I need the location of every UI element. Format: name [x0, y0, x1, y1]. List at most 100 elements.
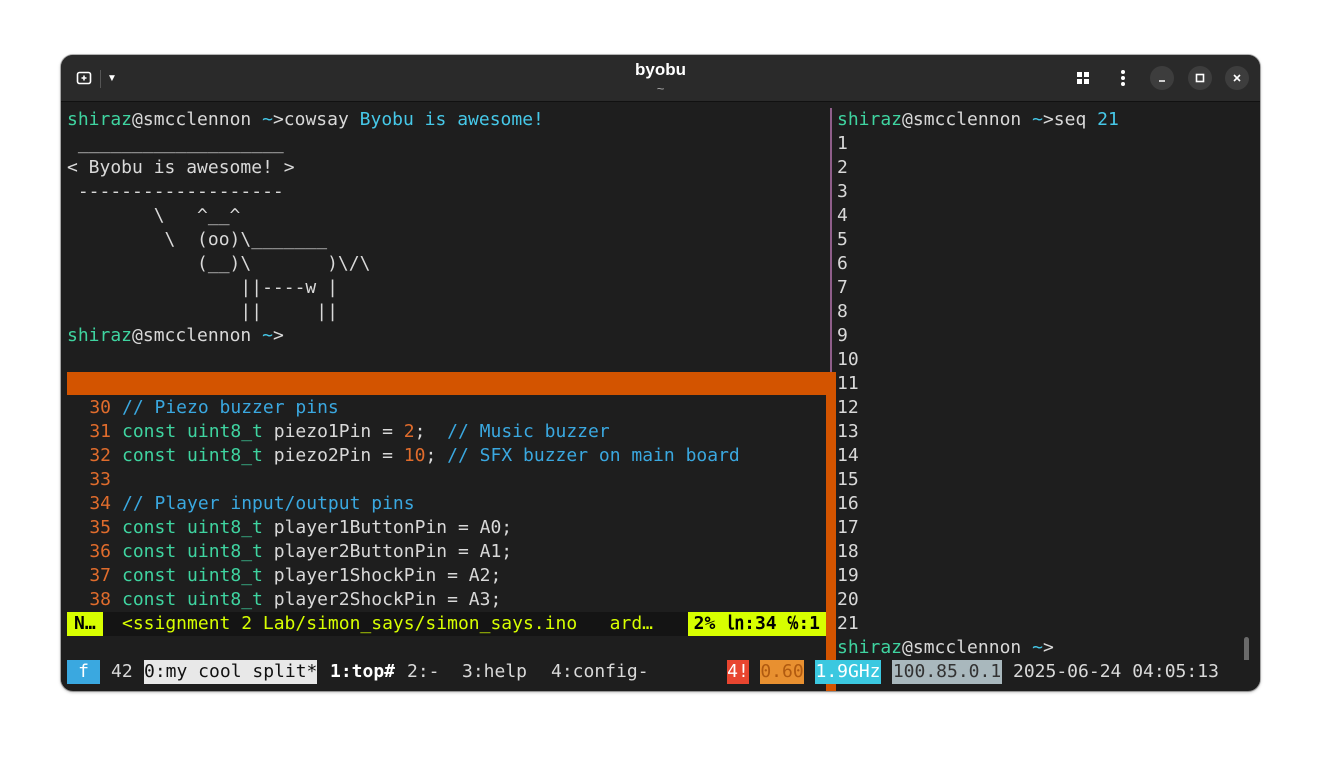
shell-prompt-line[interactable]: shiraz@smcclennon ~> [837, 636, 1054, 660]
code-token: piezo2Pin = [262, 445, 404, 466]
vim-code-line: 37 const uint8_t player1ShockPin = A2; [67, 564, 501, 588]
prompt-arrow: > [1042, 637, 1054, 658]
vim-code-line: 33 [67, 468, 122, 492]
code-token: // SFX buzzer on main board [447, 445, 740, 466]
prompt-user: shiraz [67, 109, 133, 130]
prompt-user: shiraz [837, 109, 903, 130]
vim-cursor-position: 2% ㏑:34 ℅:1 [687, 612, 826, 636]
vim-code-line: 30 // Piezo buzzer pins [67, 396, 339, 420]
seq-output-line: 21 [837, 613, 859, 634]
code-token: const uint8_t [122, 589, 263, 610]
window-tab-2[interactable]: 2:- [407, 660, 440, 684]
code-token: const uint8_t [122, 565, 263, 586]
alert-badge: 4! [727, 660, 749, 684]
window-tab-3[interactable]: 3:help [462, 660, 527, 684]
seq-output-line: 8 [837, 301, 848, 322]
seq-output-line: 6 [837, 253, 848, 274]
seq-output-line: 9 [837, 325, 848, 346]
cow-line: || || [67, 301, 338, 322]
code-token: 2 [403, 421, 415, 442]
prompt-dir: ~ [262, 325, 273, 346]
cow-line: \ (oo)\_______ [67, 229, 328, 250]
command-arg: Byobu is awesome! [359, 109, 544, 130]
window-tab-4[interactable]: 4:config- [551, 660, 649, 684]
prompt-dir: ~ [1032, 109, 1043, 130]
line-number: 37 [89, 565, 111, 586]
vim-code-line: 32 const uint8_t piezo2Pin = 10; // SFX b… [67, 444, 740, 468]
date-time: 2025-06-24 04:05:13 [1013, 661, 1219, 682]
code-token: const uint8_t [122, 517, 263, 538]
maximize-icon[interactable] [1188, 66, 1212, 90]
terminal-area[interactable]: shiraz@smcclennon ~>cowsay Byobu is awes… [61, 102, 1260, 691]
pane-separator[interactable] [830, 108, 832, 372]
seq-output-line: 19 [837, 565, 859, 586]
cow-line: ||----w | [67, 277, 338, 298]
cow-line: (__)\ )\/\ [67, 253, 371, 274]
code-token: const uint8_t [122, 541, 263, 562]
shell-prompt-line: shiraz@smcclennon ~>seq 21 [837, 108, 1119, 132]
vim-code-line: 38 const uint8_t player2ShockPin = A3; [67, 588, 501, 612]
prompt-at: @ [132, 325, 143, 346]
cow-line: \ ^__^ [67, 205, 241, 226]
code-token: const uint8_t [122, 445, 263, 466]
updates-count: 42 [111, 661, 133, 682]
shell-prompt-line[interactable]: shiraz@smcclennon ~> [67, 324, 284, 348]
prompt-host: smcclennon [912, 109, 1022, 130]
seq-output-line: 15 [837, 469, 859, 490]
close-icon[interactable] [1225, 66, 1249, 90]
prompt-at: @ [132, 109, 143, 130]
prompt-dir: ~ [262, 109, 273, 130]
vim-code-line: 35 const uint8_t player1ButtonPin = A0; [67, 516, 512, 540]
prompt-at: @ [902, 637, 913, 658]
seq-output-line: 20 [837, 589, 859, 610]
line-number: 31 [89, 421, 111, 442]
command: seq [1053, 109, 1087, 130]
code-token: player1ShockPin = A2; [262, 565, 502, 586]
prompt-user: shiraz [837, 637, 903, 658]
prompt-arrow: > [272, 109, 284, 130]
vim-statusline: N… <ssignment 2 Lab/simon_says/simon_say… [67, 612, 826, 636]
seq-output-line: 18 [837, 541, 859, 562]
cow-line: ------------------- [67, 181, 284, 202]
line-number: 35 [89, 517, 111, 538]
prompt-host: smcclennon [142, 325, 252, 346]
seq-output-line: 2 [837, 157, 848, 178]
kebab-menu-icon[interactable] [1111, 66, 1135, 90]
prompt-host: smcclennon [912, 637, 1022, 658]
seq-output-line: 1 [837, 133, 848, 154]
seq-output-line: 13 [837, 421, 859, 442]
seq-output-line: 12 [837, 397, 859, 418]
shell-prompt-line: shiraz@smcclennon ~>cowsay Byobu is awes… [67, 108, 544, 132]
cow-line: ___________________ [67, 133, 284, 154]
line-number: 32 [89, 445, 111, 466]
command: cowsay [283, 109, 349, 130]
code-token: player1ButtonPin = A0; [262, 517, 513, 538]
seq-output-line: 11 [837, 373, 859, 394]
grid-icon[interactable] [1071, 66, 1095, 90]
window-tab-1[interactable]: 1:top# [330, 660, 395, 684]
code-token: const uint8_t [122, 421, 263, 442]
prompt-arrow: > [272, 325, 284, 346]
cow-line: < Byobu is awesome! > [67, 157, 295, 178]
code-token: 10 [403, 445, 426, 466]
seq-output-line: 3 [837, 181, 848, 202]
prompt-user: shiraz [67, 325, 133, 346]
window-tab-0[interactable]: 0:my cool split* [144, 660, 318, 684]
active-pane-border-top [67, 372, 836, 395]
seq-output-line: 17 [837, 517, 859, 538]
load-average: 0.60 [760, 660, 804, 684]
code-token: // Piezo buzzer pins [122, 397, 339, 418]
active-pane-border-right[interactable] [826, 372, 836, 691]
code-token: player2ButtonPin = A1; [262, 541, 513, 562]
code-token: // Player input/output pins [122, 493, 415, 514]
terminal-window: ▼ byobu ~ shiraz@smcclennon ~>cowsay Byo… [61, 55, 1260, 691]
code-token: ; [425, 445, 448, 466]
vim-code-line: 34 // Player input/output pins [67, 492, 415, 516]
title-bar[interactable]: ▼ byobu ~ [61, 55, 1260, 102]
seq-output-line: 10 [837, 349, 859, 370]
seq-output-line: 7 [837, 277, 848, 298]
minimize-icon[interactable] [1150, 66, 1174, 90]
vim-file-path: <ssignment 2 Lab/simon_says/simon_says.i… [122, 613, 654, 634]
command-arg: 21 [1097, 109, 1119, 130]
seq-output-line: 16 [837, 493, 859, 514]
